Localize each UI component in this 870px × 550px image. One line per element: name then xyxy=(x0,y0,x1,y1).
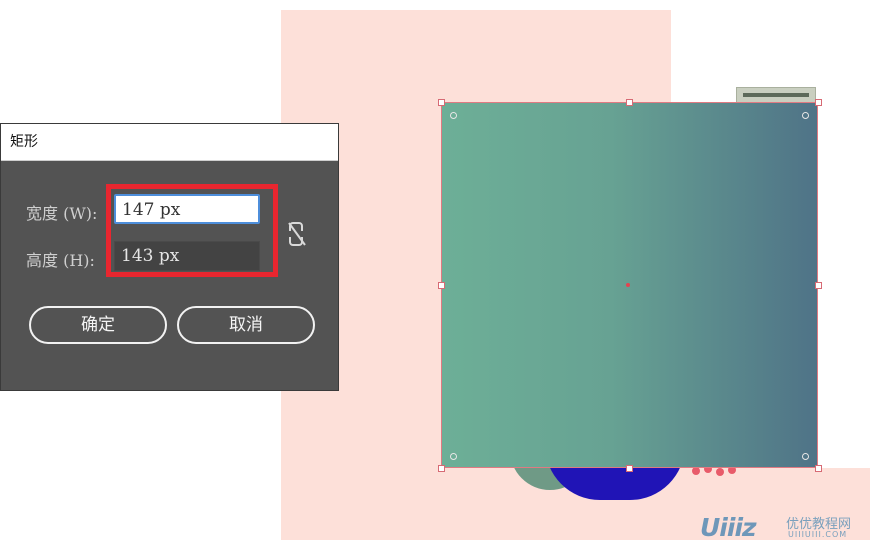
cancel-button[interactable]: 取消 xyxy=(177,306,315,344)
handle-top-middle[interactable] xyxy=(626,99,633,106)
corner-radius-widget-bottom-left[interactable] xyxy=(450,453,457,460)
dialog-title: 矩形 xyxy=(1,124,338,161)
width-label: 宽度 (W): xyxy=(26,204,98,223)
corner-radius-widget-top-right[interactable] xyxy=(802,112,809,119)
handle-middle-left[interactable] xyxy=(438,282,445,289)
handle-top-left[interactable] xyxy=(438,99,445,106)
handle-bottom-left[interactable] xyxy=(438,465,445,472)
ok-button[interactable]: 确定 xyxy=(29,306,167,344)
watermark-logo: Uiiiz xyxy=(700,513,757,542)
gray-tab-shape[interactable] xyxy=(736,87,816,103)
height-input[interactable]: 143 px xyxy=(114,241,260,271)
height-label: 高度 (H): xyxy=(26,251,95,270)
watermark: Uiiiz 优优教程网 UIIIUIII.COM xyxy=(700,513,860,543)
unlink-proportions-icon[interactable] xyxy=(286,220,308,248)
width-input[interactable]: 147 px xyxy=(114,194,260,224)
watermark-url: UIIIUIII.COM xyxy=(788,530,848,539)
center-point xyxy=(626,283,630,287)
handle-middle-right[interactable] xyxy=(815,282,822,289)
handle-top-right[interactable] xyxy=(815,99,822,106)
corner-radius-widget-bottom-right[interactable] xyxy=(802,453,809,460)
handle-bottom-middle[interactable] xyxy=(626,465,633,472)
corner-radius-widget-top-left[interactable] xyxy=(450,112,457,119)
gray-tab-bar xyxy=(743,93,809,97)
handle-bottom-right[interactable] xyxy=(815,465,822,472)
